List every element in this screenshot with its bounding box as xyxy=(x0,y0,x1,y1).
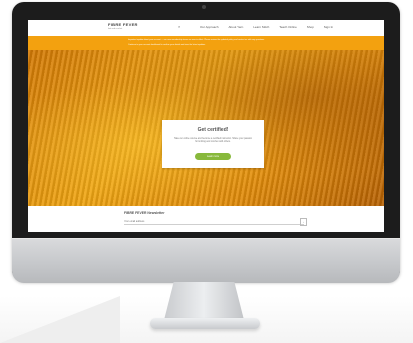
site-logo-tagline: knit and crochet xyxy=(108,28,123,30)
nav-item-about-yarn[interactable]: About Yarn xyxy=(229,26,244,29)
card-description: Take our online course and become a cert… xyxy=(174,138,253,144)
monitor-stand-neck xyxy=(164,282,244,320)
nav-item-shop[interactable]: Shop xyxy=(307,26,314,29)
nav-item-our-approach[interactable]: Our Approach xyxy=(200,26,219,29)
nav-item-learn-stitch[interactable]: Learn Stitch xyxy=(253,26,269,29)
banner-text-line-2: Continue to your account dashboard to co… xyxy=(128,44,206,46)
hero-knit-background: Get certified! Take our online course an… xyxy=(28,50,384,206)
card-title: Get certified! xyxy=(197,127,229,133)
nav-item-teach-online[interactable]: Teach Online xyxy=(279,26,297,29)
monitor: FIBRE FEVER knit and crochet ⌕ Our Appro… xyxy=(12,2,400,283)
main-nav: Our Approach About Yarn Learn Stitch Tea… xyxy=(200,26,333,29)
camera-icon xyxy=(202,5,206,9)
floor-shadow xyxy=(0,296,120,343)
newsletter-title: FIBRE FEVER Newsletter xyxy=(124,211,165,215)
monitor-stand-base xyxy=(150,318,260,329)
certification-card: Get certified! Take our online course an… xyxy=(162,120,264,168)
site-header: FIBRE FEVER knit and crochet ⌕ Our Appro… xyxy=(28,20,384,37)
banner-text-line-1: Important update about your account — ou… xyxy=(128,39,265,41)
learn-more-button[interactable]: Learn more xyxy=(195,153,231,160)
newsletter-email-input[interactable] xyxy=(124,219,304,225)
site-logo[interactable]: FIBRE FEVER xyxy=(108,23,138,27)
screen: FIBRE FEVER knit and crochet ⌕ Our Appro… xyxy=(28,20,384,232)
newsletter-section: FIBRE FEVER Newsletter › xyxy=(28,206,384,232)
notice-banner: Important update about your account — ou… xyxy=(28,36,384,50)
search-icon[interactable]: ⌕ xyxy=(178,25,180,29)
arrow-right-icon[interactable]: › xyxy=(300,218,307,226)
nav-item-sign-in[interactable]: Sign In xyxy=(324,26,333,29)
monitor-chin xyxy=(12,238,400,283)
